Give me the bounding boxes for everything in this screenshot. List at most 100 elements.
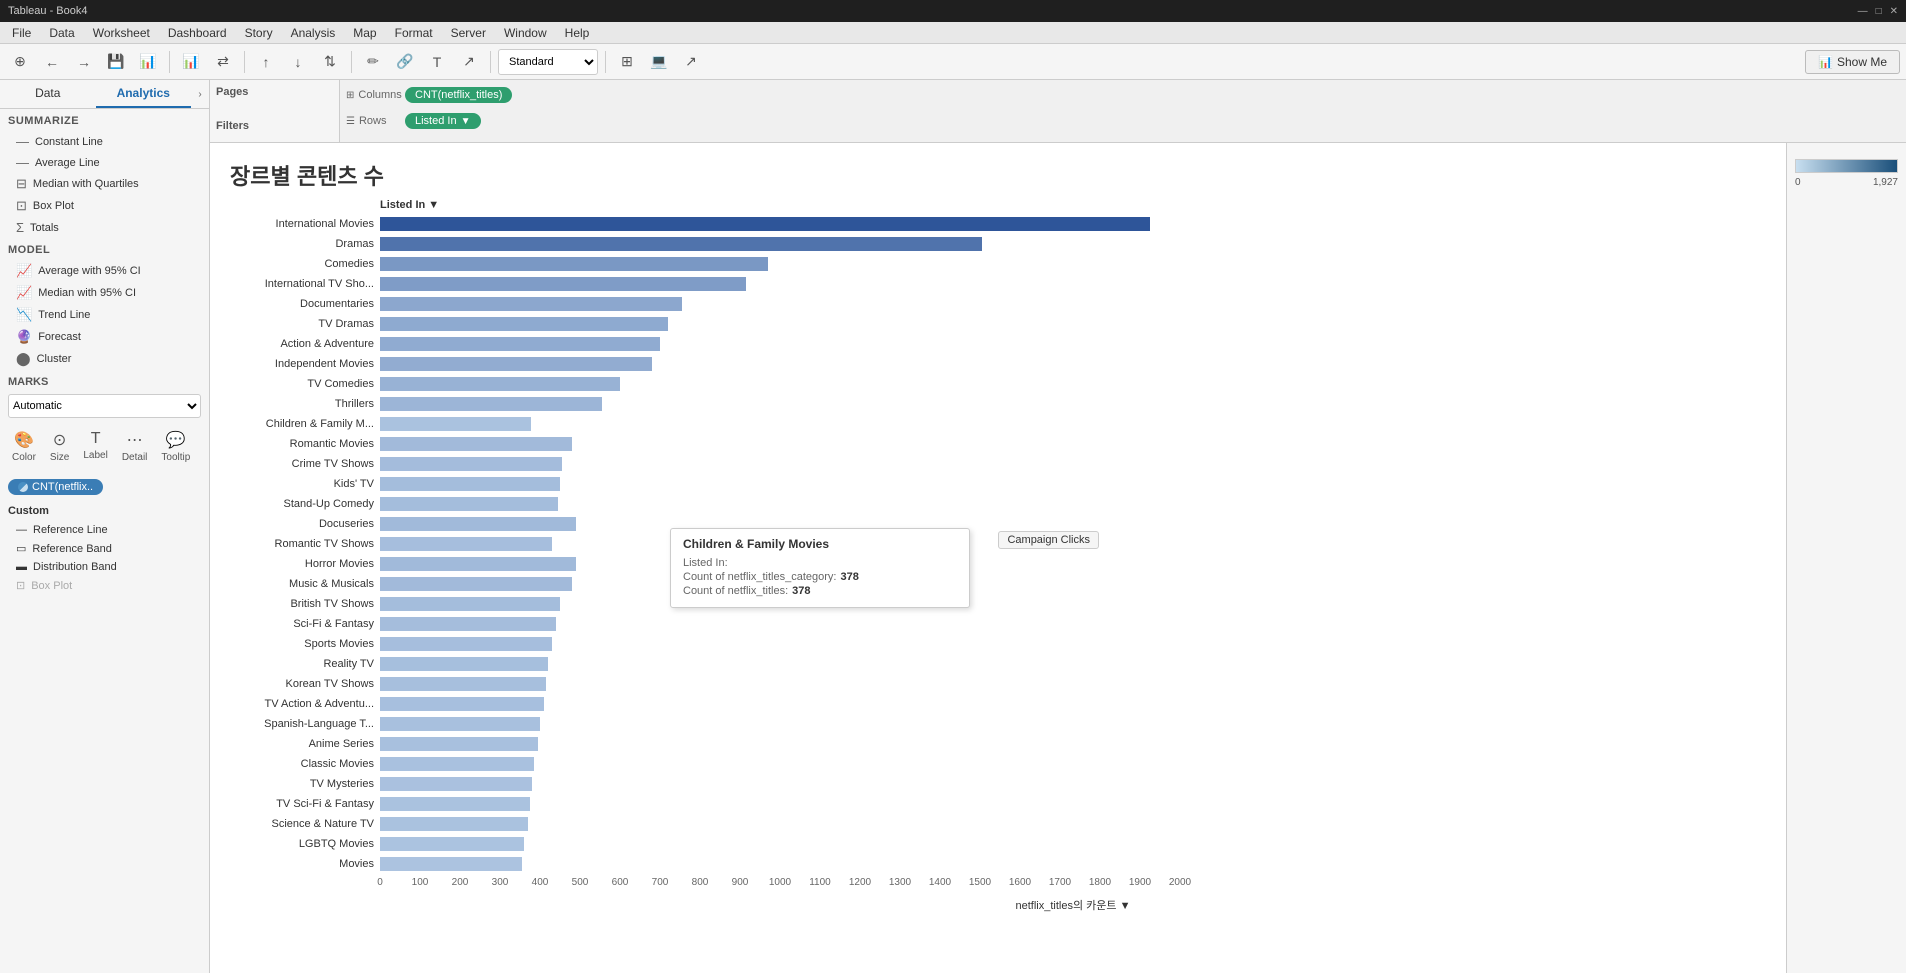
window-controls[interactable]: — □ ✕ xyxy=(1858,6,1898,17)
x-axis-tick: 1400 xyxy=(929,877,951,888)
marks-size[interactable]: ⊙ Size xyxy=(46,426,73,467)
bar-row[interactable]: Stand-Up Comedy xyxy=(230,495,1766,513)
bar-row[interactable]: Horror Movies xyxy=(230,555,1766,573)
tab-analytics[interactable]: Analytics xyxy=(96,80,192,108)
bar-row[interactable]: Sci-Fi & Fantasy xyxy=(230,615,1766,633)
analytics-trend-line[interactable]: 📉 Trend Line xyxy=(0,304,209,326)
show-me-button[interactable]: 📊 Show Me xyxy=(1805,50,1900,74)
analytics-median-95ci[interactable]: 📈 Median with 95% CI xyxy=(0,282,209,304)
bar-row[interactable]: Comedies xyxy=(230,255,1766,273)
marks-tooltip[interactable]: 💬 Tooltip xyxy=(157,426,194,467)
back-button[interactable]: ← xyxy=(38,48,66,76)
analytics-constant-line[interactable]: — Constant Line xyxy=(0,131,209,152)
bar-row[interactable]: Romantic Movies xyxy=(230,435,1766,453)
menu-analysis[interactable]: Analysis xyxy=(283,24,344,42)
cnt-pill[interactable]: CNT(netflix.. xyxy=(8,479,103,495)
add-datasource-button[interactable]: 📊 xyxy=(134,48,162,76)
menu-data[interactable]: Data xyxy=(41,24,82,42)
bar-row[interactable]: Documentaries xyxy=(230,295,1766,313)
bar-track xyxy=(380,237,1766,251)
columns-pill[interactable]: CNT(netflix_titles) xyxy=(405,87,512,103)
bar-row[interactable]: Thrillers xyxy=(230,395,1766,413)
menu-map[interactable]: Map xyxy=(345,24,384,42)
pointer-button[interactable]: ↗ xyxy=(455,48,483,76)
bar-row[interactable]: Children & Family M... xyxy=(230,415,1766,433)
bar-row[interactable]: LGBTQ Movies xyxy=(230,835,1766,853)
bar-row[interactable]: Docuseries xyxy=(230,515,1766,533)
bar-chart-button[interactable]: 📊 xyxy=(177,48,205,76)
x-axis-tick: 1300 xyxy=(889,877,911,888)
bar-row[interactable]: Reality TV xyxy=(230,655,1766,673)
menu-worksheet[interactable]: Worksheet xyxy=(85,24,158,42)
mark-type-dropdown[interactable]: Standard xyxy=(498,49,598,75)
analytics-cluster[interactable]: ⬤ Cluster xyxy=(0,348,209,370)
tab-data[interactable]: Data xyxy=(0,80,96,108)
marks-color[interactable]: 🎨 Color xyxy=(8,426,40,467)
analytics-box-plot-sum[interactable]: ⊡ Box Plot xyxy=(0,195,209,217)
minimize-button[interactable]: — xyxy=(1858,6,1868,17)
bar-row[interactable]: Dramas xyxy=(230,235,1766,253)
custom-reference-line[interactable]: — Reference Line xyxy=(8,521,201,539)
marks-detail[interactable]: ⋯ Detail xyxy=(118,426,152,467)
device-button[interactable]: 💻 xyxy=(645,48,673,76)
forward-button[interactable]: → xyxy=(70,48,98,76)
link-button[interactable]: 🔗 xyxy=(391,48,419,76)
bar-row[interactable]: TV Dramas xyxy=(230,315,1766,333)
bar-row[interactable]: British TV Shows xyxy=(230,595,1766,613)
bar-row[interactable]: Science & Nature TV xyxy=(230,815,1766,833)
menu-window[interactable]: Window xyxy=(496,24,555,42)
bar-row[interactable]: International TV Sho... xyxy=(230,275,1766,293)
bar-row[interactable]: Anime Series xyxy=(230,735,1766,753)
bar-row[interactable]: Kids' TV xyxy=(230,475,1766,493)
sort-button[interactable]: ⇅ xyxy=(316,48,344,76)
pen-button[interactable]: ✏ xyxy=(359,48,387,76)
rows-pill[interactable]: Listed In ▼ xyxy=(405,113,481,129)
custom-box-plot[interactable]: ⊡ Box Plot xyxy=(8,576,201,595)
bar-row[interactable]: TV Mysteries xyxy=(230,775,1766,793)
save-button[interactable]: 💾 xyxy=(102,48,130,76)
sort-desc-button[interactable]: ↓ xyxy=(284,48,312,76)
tooltip-button[interactable]: T xyxy=(423,48,451,76)
x-axis-tick: 1600 xyxy=(1009,877,1031,888)
bar-row[interactable]: Music & Musicals xyxy=(230,575,1766,593)
analytics-average-line[interactable]: — Average Line xyxy=(0,152,209,173)
bar-track xyxy=(380,217,1766,231)
analytics-totals[interactable]: Σ Totals xyxy=(0,217,209,238)
new-button[interactable]: ⊕ xyxy=(6,48,34,76)
bar-row[interactable]: International Movies xyxy=(230,215,1766,233)
fit-button[interactable]: ⊞ xyxy=(613,48,641,76)
swap-button[interactable]: ⇄ xyxy=(209,48,237,76)
menu-file[interactable]: File xyxy=(4,24,39,42)
marks-label[interactable]: T Label xyxy=(79,426,111,467)
bar-row[interactable]: TV Action & Adventu... xyxy=(230,695,1766,713)
tab-arrow[interactable]: › xyxy=(191,80,209,108)
bar-row[interactable]: TV Comedies xyxy=(230,375,1766,393)
share-button[interactable]: ↗ xyxy=(677,48,705,76)
menu-story[interactable]: Story xyxy=(237,24,281,42)
custom-distribution-band[interactable]: ▬ Distribution Band xyxy=(8,558,201,576)
close-button[interactable]: ✕ xyxy=(1890,6,1898,17)
bar-row[interactable]: Action & Adventure xyxy=(230,335,1766,353)
analytics-forecast[interactable]: 🔮 Forecast xyxy=(0,326,209,348)
bar-row[interactable]: Movies xyxy=(230,855,1766,873)
sort-asc-button[interactable]: ↑ xyxy=(252,48,280,76)
bar-row[interactable]: Korean TV Shows xyxy=(230,675,1766,693)
bar-row[interactable]: Crime TV Shows xyxy=(230,455,1766,473)
custom-reference-band[interactable]: ▭ Reference Band xyxy=(8,539,201,558)
bar-track xyxy=(380,577,1766,591)
bar-row[interactable]: Classic Movies xyxy=(230,755,1766,773)
bar-row[interactable]: TV Sci-Fi & Fantasy xyxy=(230,795,1766,813)
menu-help[interactable]: Help xyxy=(557,24,598,42)
analytics-avg-95ci[interactable]: 📈 Average with 95% CI xyxy=(0,260,209,282)
menu-dashboard[interactable]: Dashboard xyxy=(160,24,235,42)
bar-row[interactable]: Spanish-Language T... xyxy=(230,715,1766,733)
menu-format[interactable]: Format xyxy=(387,24,441,42)
x-axis-tick: 1700 xyxy=(1049,877,1071,888)
menu-server[interactable]: Server xyxy=(443,24,494,42)
marks-type-dropdown[interactable]: Automatic xyxy=(8,394,201,418)
x-axis-tick: 100 xyxy=(412,877,429,888)
analytics-median-quartiles[interactable]: ⊟ Median with Quartiles xyxy=(0,173,209,195)
bar-row[interactable]: Sports Movies xyxy=(230,635,1766,653)
bar-row[interactable]: Independent Movies xyxy=(230,355,1766,373)
maximize-button[interactable]: □ xyxy=(1876,6,1882,17)
